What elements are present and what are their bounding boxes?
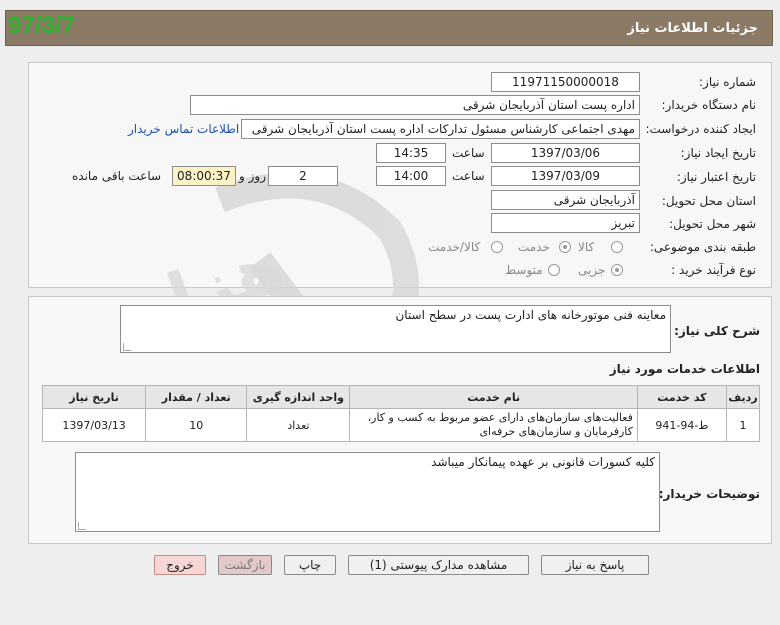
- created-time-field: 14:35: [376, 143, 446, 163]
- creator-field: مهدی اجتماعی کارشناس مسئول تدارکات اداره…: [241, 119, 640, 139]
- buyer-org-field: اداره پست استان آذربایجان شرقی: [190, 95, 640, 115]
- reply-button[interactable]: پاسخ به نیاز: [541, 555, 649, 575]
- remaining-time-field: 08:00:37: [172, 166, 236, 186]
- created-time-label: ساعت: [452, 146, 485, 160]
- col-name: نام خدمت: [349, 385, 638, 409]
- col-row: ردیف: [725, 385, 761, 409]
- category-label: طبقه بندی موضوعی:: [649, 240, 756, 254]
- cell-row: 1: [725, 408, 761, 442]
- remaining-label: ساعت باقی مانده: [72, 169, 162, 183]
- cell-qty: 10: [145, 408, 248, 442]
- description-label: شرح کلی نیاز:: [674, 324, 760, 338]
- category-radio-service[interactable]: [559, 241, 571, 253]
- validity-time-field: 14:00: [376, 166, 446, 186]
- col-qty: تعداد / مقدار: [145, 385, 248, 409]
- days-field: 2: [268, 166, 338, 186]
- description-textarea: معاینه فنی موتورخانه های ادارت پست در سط…: [120, 305, 671, 353]
- validity-date-field: 1397/03/09: [491, 166, 640, 186]
- province-label: استان محل تحویل:: [661, 194, 756, 208]
- notes-resize-handle-icon[interactable]: [78, 522, 86, 530]
- cell-unit: تعداد: [246, 408, 351, 442]
- buyer-notes-textarea: کلیه کسورات قانونی بر عهده پیمانکار میبا…: [75, 452, 660, 532]
- process-label: نوع فرآیند خرید :: [671, 263, 756, 277]
- attachments-button[interactable]: مشاهده مدارک پیوستی (1): [348, 555, 529, 575]
- process-radio-medium[interactable]: [548, 264, 560, 276]
- title-bar: جزئیات اطلاعات نیاز: [5, 10, 773, 46]
- validity-date-label: تاریخ اعتبار نیاز:: [676, 170, 756, 184]
- created-date-field: 1397/03/06: [491, 143, 640, 163]
- category-radio-both[interactable]: [491, 241, 503, 253]
- province-field: آذربایجان شرقی: [491, 190, 640, 210]
- category-radio-goods[interactable]: [611, 241, 623, 253]
- back-button[interactable]: بازگشت: [218, 555, 272, 575]
- date-stamp: 97/3/7: [8, 12, 75, 39]
- table-row: 1 ط-94-941 فعالیت‌های سازمان‌های دارای ع…: [41, 408, 761, 442]
- need-number-label: شماره نیاز:: [699, 75, 756, 89]
- city-label: شهر محل تحویل:: [669, 217, 756, 231]
- process-option-medium: متوسط: [505, 263, 543, 277]
- services-section-title: اطلاعات خدمات مورد نیاز: [609, 362, 760, 376]
- created-date-label: تاریخ ایجاد نیاز:: [680, 146, 756, 160]
- col-date: تاریخ نیاز: [41, 385, 147, 409]
- need-number-field: 11971150000018: [491, 72, 640, 92]
- days-label: روز و: [239, 169, 266, 183]
- resize-handle-icon[interactable]: [123, 343, 131, 351]
- creator-label: ایجاد کننده درخواست:: [645, 122, 756, 136]
- contact-info-link[interactable]: اطلاعات تماس خریدار: [128, 122, 239, 136]
- exit-button[interactable]: خروج: [154, 555, 206, 575]
- process-option-minor: جزیی: [578, 263, 606, 277]
- col-unit: واحد اندازه گیری: [246, 385, 351, 409]
- city-field: تبریز: [491, 213, 640, 233]
- print-button[interactable]: چاپ: [284, 555, 336, 575]
- page-title: جزئیات اطلاعات نیاز: [627, 21, 758, 36]
- category-option-goods: کالا: [578, 240, 595, 254]
- process-radio-minor[interactable]: [611, 264, 623, 276]
- buyer-notes-label: توضیحات خریدار:: [658, 487, 760, 501]
- cell-name: فعالیت‌های سازمان‌های دارای عضو مربوط به…: [349, 408, 638, 442]
- buyer-org-label: نام دستگاه خریدار:: [661, 98, 757, 112]
- category-option-both: کالا/خدمت: [428, 240, 481, 254]
- cell-code: ط-94-941: [636, 408, 727, 442]
- cell-date: 1397/03/13: [41, 408, 147, 442]
- validity-time-label: ساعت: [452, 169, 485, 183]
- col-code: کد خدمت: [636, 385, 727, 409]
- category-option-service: خدمت: [518, 240, 550, 254]
- services-table: ردیف کد خدمت نام خدمت واحد اندازه گیری ت…: [41, 385, 761, 442]
